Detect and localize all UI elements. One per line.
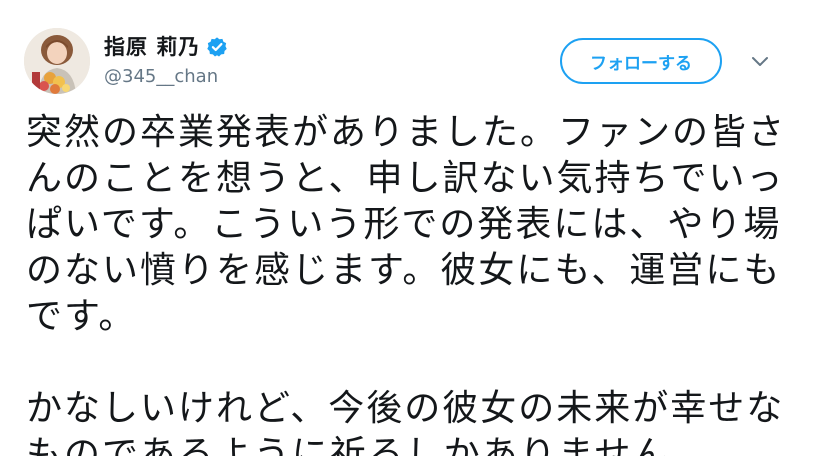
name-row: 指原 莉乃 xyxy=(104,34,228,60)
tweet-text-line: 突然の卒業発表がありました。ファンの皆さ xyxy=(26,112,787,153)
tweet-card: 指原 莉乃 @345__chan フォローする 突然の卒業発表がありました。ファ… xyxy=(0,0,814,456)
tweet-text-line: んのことを想うと、申し訳ない気持ちでいっ xyxy=(26,158,785,199)
tweet-text-line: です。 xyxy=(26,296,137,337)
paragraph-break xyxy=(26,340,796,386)
tweet-text-line: のない憤りを感じます。彼女にも、運営にも xyxy=(26,250,782,291)
follow-button[interactable]: フォローする xyxy=(560,38,722,84)
avatar-photo xyxy=(24,28,90,94)
user-handle[interactable]: @345__chan xyxy=(104,66,218,88)
tweet-text-line: かなしいけれど、今後の彼女の未来が幸せな xyxy=(26,388,785,429)
tweet-text: 突然の卒業発表がありました。ファンの皆さ んのことを想うと、申し訳ない気持ちでい… xyxy=(26,110,796,456)
display-name[interactable]: 指原 莉乃 xyxy=(104,34,200,60)
verified-badge-icon xyxy=(206,36,228,58)
avatar[interactable] xyxy=(24,28,90,94)
tweet-text-line: ものであるように祈るしかありません。 xyxy=(26,434,709,456)
chevron-down-icon[interactable] xyxy=(750,54,770,68)
tweet-text-line: ぱいです。こういう形での発表には、やり場 xyxy=(26,204,782,245)
